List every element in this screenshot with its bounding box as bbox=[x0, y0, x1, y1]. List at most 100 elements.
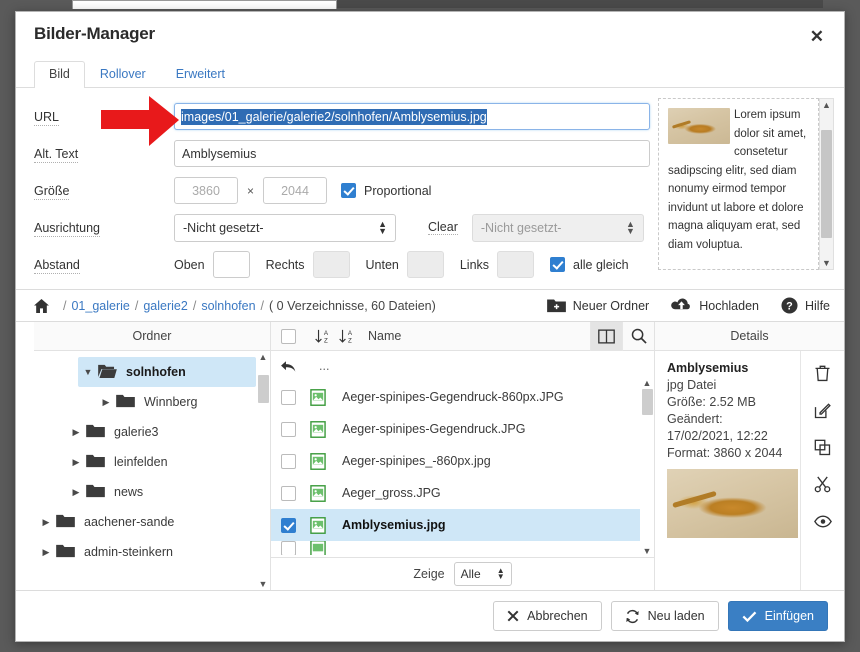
caret-right-icon[interactable]: ▶ bbox=[36, 517, 56, 528]
file-row-selected[interactable]: Amblysemius.jpg bbox=[271, 509, 640, 541]
breadcrumb-item-galerie2[interactable]: galerie2 bbox=[143, 299, 187, 313]
sort-ascending-icon[interactable]: AZ bbox=[310, 328, 334, 345]
trash-icon[interactable] bbox=[813, 363, 833, 383]
file-checkbox[interactable] bbox=[281, 421, 296, 437]
size-label: Größe bbox=[34, 183, 70, 200]
clear-select[interactable]: -Nicht gesetzt- ▲ ▼ bbox=[471, 213, 644, 242]
spacing-right-input[interactable] bbox=[312, 251, 350, 278]
caret-down-icon[interactable]: ▼ bbox=[78, 367, 98, 377]
clear-label: Clear bbox=[428, 220, 458, 235]
width-placeholder: 3860 bbox=[192, 183, 220, 198]
file-row[interactable]: Aeger_gross.JPG bbox=[271, 477, 640, 509]
file-checkbox[interactable] bbox=[281, 453, 296, 469]
chevron-updown-icon: ▲ ▼ bbox=[496, 566, 505, 581]
insert-button[interactable]: Einfügen bbox=[727, 601, 828, 631]
folder-item-solnhofen[interactable]: ▼ solnhofen bbox=[78, 357, 256, 387]
tab-rollover[interactable]: Rollover bbox=[85, 61, 161, 88]
file-row-partial[interactable] bbox=[271, 541, 640, 555]
files-column-name[interactable]: Name bbox=[368, 329, 401, 343]
files-body: ... Aeger-spinipes-Gegendruck-860px.JPG bbox=[271, 351, 654, 557]
sort-descending-icon[interactable]: AZ bbox=[334, 328, 358, 345]
browser-panes: Ordner ▼ solnhofen ▶ Winnberg ▶ galerie3… bbox=[16, 321, 844, 591]
breadcrumb-separator: / bbox=[260, 298, 265, 313]
go-up-icon[interactable] bbox=[281, 359, 301, 374]
caret-right-icon[interactable]: ▶ bbox=[66, 427, 86, 438]
parent-directory-row[interactable]: ... bbox=[271, 351, 640, 381]
url-input[interactable]: images/01_galerie/galerie2/solnhofen/Amb… bbox=[174, 103, 650, 130]
new-folder-button[interactable]: Neuer Ordner bbox=[546, 298, 649, 313]
reload-button[interactable]: Neu laden bbox=[610, 601, 719, 631]
all-equal-checkbox[interactable] bbox=[550, 257, 566, 272]
file-row[interactable]: Aeger-spinipes-Gegendruck-860px.JPG bbox=[271, 381, 640, 413]
help-button[interactable]: ? Hilfe bbox=[781, 297, 830, 314]
folder-item-admin-steinkern[interactable]: ▶ admin-steinkern bbox=[36, 537, 256, 567]
background-toolbar-strip bbox=[337, 0, 823, 8]
file-row[interactable]: Aeger-spinipes_-860px.jpg bbox=[271, 445, 640, 477]
scroll-down-icon[interactable]: ▼ bbox=[822, 259, 831, 268]
folders-pane: Ordner ▼ solnhofen ▶ Winnberg ▶ galerie3… bbox=[16, 322, 271, 590]
height-input[interactable]: 2044 bbox=[263, 177, 328, 204]
folder-item-galerie3[interactable]: ▶ galerie3 bbox=[66, 417, 256, 447]
spacing-top-input[interactable] bbox=[212, 251, 250, 278]
caret-right-icon[interactable]: ▶ bbox=[36, 547, 56, 558]
scroll-up-icon[interactable]: ▲ bbox=[822, 101, 831, 110]
breadcrumb-item-solnhofen[interactable]: solnhofen bbox=[201, 299, 255, 313]
alignment-value: -Nicht gesetzt- bbox=[183, 220, 264, 235]
cloud-upload-icon bbox=[671, 298, 692, 313]
preview-scrollbar[interactable]: ▲ ▼ bbox=[819, 98, 834, 270]
folder-item-winnberg[interactable]: ▶ Winnberg bbox=[96, 387, 256, 417]
folder-item-leinfelden[interactable]: ▶ leinfelden bbox=[66, 447, 256, 477]
proportional-checkbox[interactable] bbox=[341, 183, 357, 198]
width-input[interactable]: 3860 bbox=[174, 177, 238, 204]
svg-text:A: A bbox=[347, 330, 352, 337]
file-checkbox[interactable] bbox=[281, 517, 296, 533]
upload-button[interactable]: Hochladen bbox=[671, 298, 759, 313]
files-view-controls bbox=[590, 321, 654, 351]
select-all-checkbox[interactable] bbox=[281, 328, 296, 344]
folder-label: admin-steinkern bbox=[84, 545, 173, 559]
scrollbar-thumb[interactable] bbox=[821, 130, 832, 238]
scroll-up-icon[interactable]: ▲ bbox=[643, 379, 652, 388]
edit-icon[interactable] bbox=[813, 400, 833, 420]
file-row[interactable]: Aeger-spinipes-Gegendruck.JPG bbox=[271, 413, 640, 445]
close-x-icon bbox=[507, 610, 519, 622]
folder-icon bbox=[56, 514, 78, 531]
caret-right-icon[interactable]: ▶ bbox=[66, 457, 86, 468]
cancel-button[interactable]: Abbrechen bbox=[493, 601, 602, 631]
cut-icon[interactable] bbox=[813, 474, 833, 494]
scroll-up-icon[interactable]: ▲ bbox=[259, 353, 268, 362]
spacing-bottom-input[interactable] bbox=[406, 251, 444, 278]
show-count-select[interactable]: Alle ▲ ▼ bbox=[453, 562, 512, 586]
home-icon[interactable] bbox=[34, 298, 49, 313]
file-checkbox[interactable] bbox=[281, 389, 296, 405]
scrollbar-thumb[interactable] bbox=[641, 389, 653, 415]
search-icon[interactable] bbox=[622, 321, 654, 351]
alt-text-input[interactable]: Amblysemius bbox=[174, 140, 650, 167]
scroll-down-icon[interactable]: ▼ bbox=[643, 547, 652, 556]
alignment-select[interactable]: -Nicht gesetzt- ▲ ▼ bbox=[174, 213, 396, 242]
files-scrollbar[interactable]: ▲ ▼ bbox=[640, 351, 654, 557]
height-placeholder: 2044 bbox=[281, 183, 309, 198]
copy-icon[interactable] bbox=[813, 437, 833, 457]
close-icon[interactable]: ✕ bbox=[806, 26, 828, 47]
help-label: Hilfe bbox=[804, 298, 830, 313]
folders-scrollbar[interactable]: ▲ ▼ bbox=[256, 351, 270, 590]
tab-erweitert[interactable]: Erweitert bbox=[161, 61, 240, 88]
file-checkbox[interactable] bbox=[281, 485, 296, 501]
spacing-left-input[interactable] bbox=[497, 251, 535, 278]
caret-right-icon[interactable]: ▶ bbox=[96, 397, 116, 408]
preview-eye-icon[interactable] bbox=[813, 511, 833, 531]
details-body: Amblysemius jpg Datei Größe: 2.52 MB Geä… bbox=[655, 351, 844, 590]
toggle-details-pane-icon[interactable] bbox=[590, 321, 622, 351]
folder-item-news[interactable]: ▶ news bbox=[66, 477, 256, 507]
folder-item-aachener-sande[interactable]: ▶ aachener-sande bbox=[36, 507, 256, 537]
tab-bild[interactable]: Bild bbox=[34, 61, 85, 88]
folder-icon bbox=[86, 454, 108, 471]
scrollbar-thumb[interactable] bbox=[257, 375, 269, 403]
breadcrumb-item-01-galerie[interactable]: 01_galerie bbox=[71, 299, 129, 313]
caret-right-icon[interactable]: ▶ bbox=[66, 487, 86, 498]
scroll-down-icon[interactable]: ▼ bbox=[259, 580, 268, 589]
alt-text-value: Amblysemius bbox=[182, 146, 257, 161]
preview-thumbnail-image bbox=[668, 108, 730, 144]
file-checkbox[interactable] bbox=[281, 541, 296, 555]
